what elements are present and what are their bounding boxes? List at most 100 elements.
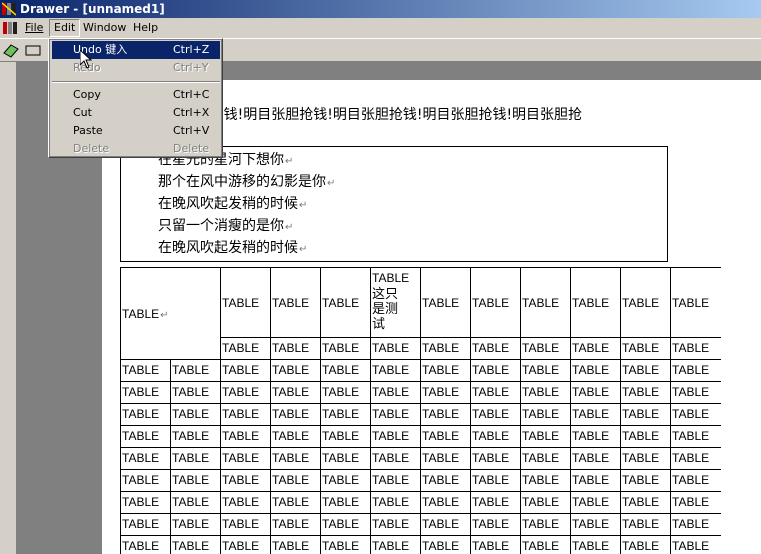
menu-cut[interactable]: Cut Ctrl+X	[52, 104, 220, 122]
table-cell[interactable]: TABLE	[620, 425, 671, 448]
table-cell[interactable]: TABLE	[170, 491, 221, 514]
table-cell[interactable]: TABLE	[320, 403, 371, 426]
table-cell[interactable]: TABLE	[120, 513, 171, 536]
table-cell[interactable]: TABLE	[170, 403, 221, 426]
menu-delete[interactable]: Delete Delete	[52, 140, 220, 158]
table-cell[interactable]: TABLE	[520, 535, 571, 554]
table-cell[interactable]: TABLE	[320, 535, 371, 554]
table-cell[interactable]: TABLE	[370, 447, 421, 470]
menu-file[interactable]: File	[21, 20, 47, 36]
table-cell[interactable]: TABLE	[570, 447, 621, 470]
table-cell[interactable]: TABLE	[670, 491, 721, 514]
table-cell[interactable]: TABLE	[320, 381, 371, 404]
table-cell[interactable]: TABLE	[420, 403, 471, 426]
table-cell[interactable]: TABLE	[220, 447, 271, 470]
table-cell[interactable]: TABLE	[170, 513, 221, 536]
table-cell[interactable]: TABLE	[470, 535, 521, 554]
table-cell[interactable]: TABLE	[520, 381, 571, 404]
table-cell[interactable]: TABLE	[570, 491, 621, 514]
table-cell[interactable]: TABLE	[370, 469, 421, 492]
table-cell[interactable]: TABLE	[320, 359, 371, 382]
table-cell[interactable]: TABLE	[670, 267, 721, 338]
table-cell[interactable]: TABLE	[620, 535, 671, 554]
menu-redo[interactable]: RedoCtrl+Y	[52, 59, 220, 77]
table-cell[interactable]: TABLE	[470, 381, 521, 404]
table-cell[interactable]: TABLE	[120, 403, 171, 426]
table-cell[interactable]: TABLE	[420, 535, 471, 554]
table-cell[interactable]: TABLE	[120, 491, 171, 514]
table-cell[interactable]: TABLE	[120, 359, 171, 382]
table-cell[interactable]: TABLE	[520, 469, 571, 492]
table-cell[interactable]: TABLE	[320, 491, 371, 514]
table-cell[interactable]: TABLE	[420, 491, 471, 514]
table-cell[interactable]: TABLE	[670, 469, 721, 492]
table-cell[interactable]: TABLE	[570, 513, 621, 536]
table-cell[interactable]: TABLE	[270, 447, 321, 470]
table-cell[interactable]: TABLE	[520, 337, 571, 360]
table-cell[interactable]: TABLE	[170, 535, 221, 554]
table-cell[interactable]: TABLE	[220, 535, 271, 554]
table-cell[interactable]: TABLE	[620, 359, 671, 382]
table-cell[interactable]: TABLE	[270, 381, 321, 404]
table-cell[interactable]: TABLE	[120, 535, 171, 554]
menu-paste[interactable]: Paste Ctrl+V	[52, 122, 220, 140]
table-cell[interactable]: TABLE	[420, 381, 471, 404]
table-cell[interactable]: TABLE	[170, 447, 221, 470]
table-cell[interactable]: TABLE	[170, 425, 221, 448]
table-cell[interactable]: TABLE	[470, 425, 521, 448]
table-cell[interactable]: TABLE	[370, 425, 421, 448]
table-cell[interactable]: TABLE	[420, 267, 471, 338]
table-cell[interactable]: TABLE	[170, 469, 221, 492]
table-cell[interactable]: TABLE	[520, 447, 571, 470]
table-cell[interactable]: TABLE	[470, 447, 521, 470]
table-cell[interactable]: TABLE	[420, 513, 471, 536]
table-cell[interactable]: TABLE	[270, 469, 321, 492]
table-cell[interactable]: TABLE	[620, 513, 671, 536]
table-cell[interactable]: TABLE	[270, 425, 321, 448]
table-cell[interactable]: TABLE	[470, 267, 521, 338]
table-cell[interactable]: TABLE	[370, 403, 421, 426]
table-cell[interactable]: TABLE	[570, 425, 621, 448]
table-cell[interactable]: TABLE	[570, 535, 621, 554]
table-cell[interactable]: TABLE	[670, 425, 721, 448]
table-cell[interactable]: TABLE	[420, 359, 471, 382]
data-table[interactable]: TABLE↵ TABLE TABLE TABLE TABLE 这只 是测试 TABLE TABL…	[120, 267, 721, 554]
table-cell[interactable]: TABLE	[120, 469, 171, 492]
table-cell[interactable]: TABLE	[370, 513, 421, 536]
table-cell[interactable]: TABLE	[170, 359, 221, 382]
table-cell[interactable]: TABLE	[320, 513, 371, 536]
table-cell[interactable]: TABLE	[620, 337, 671, 360]
table-cell[interactable]: TABLE	[620, 381, 671, 404]
table-cell[interactable]: TABLE	[120, 447, 171, 470]
menu-edit[interactable]: Edit	[49, 19, 81, 37]
table-cell[interactable]: TABLE	[670, 359, 721, 382]
table-cell[interactable]: TABLE	[420, 425, 471, 448]
table-cell[interactable]: TABLE	[520, 403, 571, 426]
table-cell[interactable]: TABLE	[670, 447, 721, 470]
table-cell[interactable]: TABLE	[170, 381, 221, 404]
table-cell[interactable]: TABLE	[320, 425, 371, 448]
table-cell[interactable]: TABLE	[570, 381, 621, 404]
table-cell[interactable]: TABLE	[220, 425, 271, 448]
table-cell[interactable]: TABLE	[270, 403, 321, 426]
table-cell[interactable]: TABLE	[220, 491, 271, 514]
table-cell[interactable]: TABLE	[370, 535, 421, 554]
table-cell[interactable]: TABLE	[670, 535, 721, 554]
table-cell[interactable]: TABLE	[270, 491, 321, 514]
table-cell[interactable]: TABLE	[420, 447, 471, 470]
menu-window[interactable]: Window	[79, 20, 130, 36]
table-cell[interactable]: TABLE	[120, 381, 171, 404]
table-cell[interactable]: TABLE	[470, 491, 521, 514]
table-cell[interactable]: TABLE	[320, 469, 371, 492]
menu-copy[interactable]: Copy Ctrl+C	[52, 86, 220, 104]
menu-undo[interactable]: Undo 键入 Ctrl+Z	[52, 41, 220, 59]
poem-textbox[interactable]: 在星光的星河下想你↵ 那个在风中游移的幻影是你↵ 在晚风吹起发稍的时候↵ 只留一…	[120, 146, 668, 262]
table-cell[interactable]: TABLE	[420, 469, 471, 492]
table-cell[interactable]: TABLE	[570, 469, 621, 492]
table-cell[interactable]: TABLE	[620, 469, 671, 492]
table-cell[interactable]: TABLE	[570, 337, 621, 360]
table-cell[interactable]: TABLE	[570, 403, 621, 426]
table-cell[interactable]: TABLE	[620, 403, 671, 426]
menu-help[interactable]: Help	[129, 20, 162, 36]
table-cell[interactable]: TABLE	[320, 337, 371, 360]
